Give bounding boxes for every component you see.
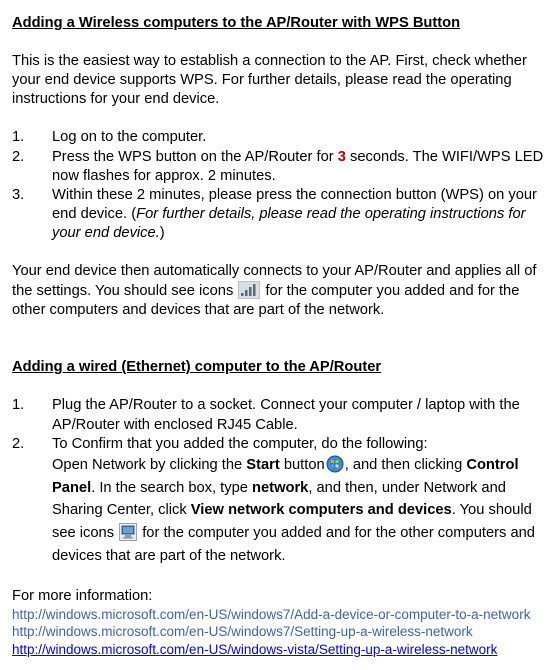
view-network-label: View network computers and devices bbox=[191, 502, 452, 518]
wps-seconds: 3 bbox=[338, 149, 346, 165]
section1-heading: Adding a Wireless computers to the AP/Ro… bbox=[12, 14, 547, 33]
link-3[interactable]: http://windows.microsoft.com/en-US/windo… bbox=[12, 642, 497, 657]
step2-1: 1. Plug the AP/Router to a socket. Conne… bbox=[12, 396, 547, 434]
section1-post: Your end device then automatically conne… bbox=[12, 262, 547, 320]
step-1-text: Log on to the computer. bbox=[52, 128, 547, 147]
link-1[interactable]: http://windows.microsoft.com/en-US/windo… bbox=[12, 607, 530, 622]
link-2[interactable]: http://windows.microsoft.com/en-US/windo… bbox=[12, 624, 473, 639]
step2-2: 2. To Confirm that you added the compute… bbox=[12, 435, 547, 568]
start-label: Start bbox=[246, 457, 279, 473]
step-3-text: Within these 2 minutes, please press the… bbox=[52, 186, 547, 243]
more-info-label: For more information: bbox=[12, 587, 547, 606]
step2-1-text: Plug the AP/Router to a socket. Connect … bbox=[52, 396, 547, 434]
section1-steps: 1. Log on to the computer. 2. Press the … bbox=[12, 128, 547, 243]
step-2: 2. Press the WPS button on the AP/Router… bbox=[12, 148, 547, 186]
section2-heading: Adding a wired (Ethernet) computer to th… bbox=[12, 358, 547, 377]
section1-intro: This is the easiest way to establish a c… bbox=[12, 52, 547, 109]
section2-steps: 1. Plug the AP/Router to a socket. Conne… bbox=[12, 396, 547, 567]
step-3: 3. Within these 2 minutes, please press … bbox=[12, 186, 547, 243]
computer-icon bbox=[119, 523, 137, 541]
signal-bars-icon bbox=[238, 281, 260, 299]
network-label: network bbox=[252, 480, 308, 496]
step-1: 1. Log on to the computer. bbox=[12, 128, 547, 147]
step2-2-text: To Confirm that you added the computer, … bbox=[52, 435, 547, 568]
step-2-text: Press the WPS button on the AP/Router fo… bbox=[52, 148, 547, 186]
start-orb-icon bbox=[326, 455, 344, 473]
